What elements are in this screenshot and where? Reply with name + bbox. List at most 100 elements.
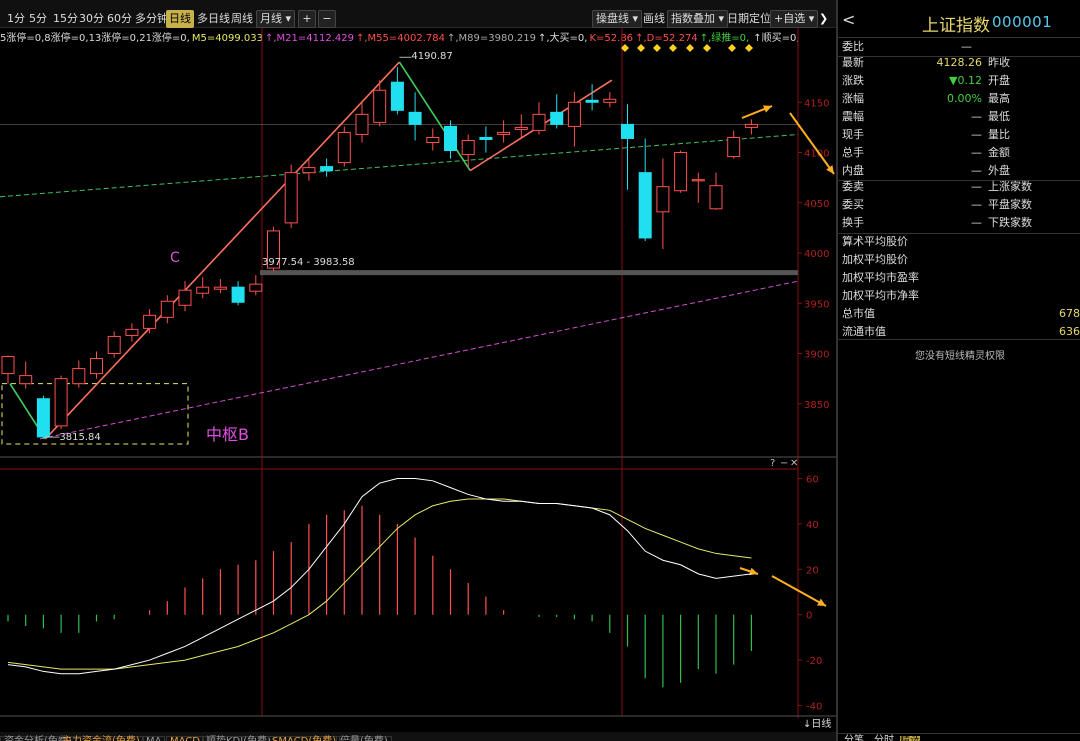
zoom-in-button[interactable]: + bbox=[298, 10, 316, 28]
draw-line-button[interactable]: 画线 bbox=[640, 9, 668, 29]
date-locate-button[interactable]: 日期定位 bbox=[724, 9, 774, 29]
period-tab-1[interactable]: 5分 bbox=[26, 9, 50, 29]
candle-body bbox=[727, 136, 741, 158]
candle-body bbox=[497, 131, 511, 135]
quote-label: 昨收 bbox=[988, 56, 1010, 69]
candle-body bbox=[249, 283, 263, 292]
quote-row: 总手 — 金额 bbox=[838, 144, 1080, 162]
indicator-tab-6[interactable]: 倍量(免费) bbox=[336, 736, 392, 741]
candle-body bbox=[461, 139, 475, 156]
candle-body bbox=[479, 136, 493, 140]
stat-label: 加权平均股价 bbox=[842, 253, 908, 266]
quote-label: 最高 bbox=[988, 92, 1010, 105]
candle-body bbox=[1, 356, 15, 375]
collapse-panel-icon[interactable]: ❯ bbox=[816, 9, 831, 29]
candle-body bbox=[514, 126, 528, 130]
quote-label: 金额 bbox=[988, 146, 1010, 159]
candle-body bbox=[656, 186, 670, 213]
quote-value: — bbox=[971, 128, 982, 141]
candle-body bbox=[143, 314, 157, 329]
price-tick-label: 3850 bbox=[804, 400, 829, 411]
quote-tab-0[interactable]: 分笔 bbox=[844, 736, 864, 741]
candle-body bbox=[638, 172, 652, 239]
center-label: 中枢B bbox=[206, 425, 249, 444]
quote-label: 量比 bbox=[988, 128, 1010, 141]
annotation-arrow-head bbox=[826, 165, 834, 174]
index-overlay-button[interactable]: 指数叠加 ▾ bbox=[667, 10, 729, 28]
operate-line-button[interactable]: 操盘线 ▾ bbox=[592, 10, 643, 28]
period-tab-8[interactable]: 周线 bbox=[228, 9, 256, 29]
stat-value: 678 bbox=[1059, 307, 1080, 320]
candle-body bbox=[691, 179, 705, 182]
quote-label: 上涨家数 bbox=[988, 180, 1032, 193]
back-icon[interactable]: < bbox=[842, 10, 855, 29]
candle-body bbox=[72, 368, 86, 385]
quote-label: 震幅 bbox=[842, 110, 864, 123]
candle-body bbox=[160, 300, 174, 318]
quote-value: — bbox=[971, 110, 982, 123]
quote-label: 平盘家数 bbox=[988, 198, 1032, 211]
price-tick-label: 3950 bbox=[804, 299, 829, 310]
quote-tab-2[interactable]: 精选 bbox=[900, 736, 920, 741]
quote-label: 委买 bbox=[842, 198, 864, 211]
indicator-tab-4[interactable]: 顺势KDJ(免费) bbox=[202, 736, 276, 741]
period-tab-9[interactable]: 月线 ▾ bbox=[256, 10, 296, 28]
candle-body bbox=[426, 136, 440, 143]
price-tick-label: 3900 bbox=[804, 350, 829, 361]
quote-value: — bbox=[971, 216, 982, 229]
quote-panel: < 上证指数 000001 委比 — 最新 4128.26 昨收 涨跌 ▼0.12 开盘涨… bbox=[836, 0, 1080, 741]
quote-tab-1[interactable]: 分时 bbox=[874, 736, 894, 741]
quote-label: 总手 bbox=[842, 146, 864, 159]
high-label: 4190.87 bbox=[411, 51, 452, 62]
price-tick-label: 4000 bbox=[804, 249, 829, 260]
indicator-tab-1[interactable]: 主力资金流(免费) bbox=[58, 736, 144, 741]
candle-body bbox=[36, 398, 50, 438]
period-tab-0[interactable]: 1分 bbox=[4, 9, 28, 29]
candle-body bbox=[567, 101, 581, 127]
candle-body bbox=[709, 185, 723, 210]
candle-body bbox=[337, 131, 351, 164]
chart-toolbar: 1分 5分 15分 30分 60分 多分钟 日线 多日线 周线 月线 ▾ + − 操盘线 ▾ 画线… bbox=[0, 0, 836, 28]
macd-tick-label: -40 bbox=[806, 701, 822, 712]
help-icon: ? bbox=[770, 458, 775, 469]
signal-marker bbox=[637, 44, 645, 52]
quote-row: 现手 — 量比 bbox=[838, 126, 1080, 144]
macd-tick-label: 40 bbox=[806, 520, 819, 531]
quote-row: 委卖 — 上涨家数 bbox=[838, 178, 1080, 196]
indicator-tab-3[interactable]: MACD bbox=[166, 736, 204, 741]
period-tab-3[interactable]: 30分 bbox=[76, 9, 107, 29]
range-label: 3977.54 - 3983.58 bbox=[262, 257, 355, 268]
period-tab-4[interactable]: 60分 bbox=[104, 9, 135, 29]
kline-chart[interactable]: 38503900395040004050410041504190.873815.… bbox=[0, 28, 836, 718]
indicator-tab-5[interactable]: SMACD(免费) bbox=[268, 736, 341, 741]
candle-body bbox=[213, 286, 227, 290]
stat-label: 加权平均市净率 bbox=[842, 289, 919, 302]
index-name: 上证指数 bbox=[922, 16, 990, 36]
period-tab-6[interactable]: 日线 bbox=[166, 10, 194, 28]
quote-label: 换手 bbox=[842, 216, 864, 229]
zoom-out-button[interactable]: − bbox=[318, 10, 336, 28]
signal-marker bbox=[669, 44, 677, 52]
minimize-icon: − bbox=[780, 458, 788, 469]
candle-body bbox=[408, 111, 422, 125]
watchlist-button[interactable]: +自选 ▾ bbox=[770, 10, 819, 28]
quote-label: 最新 bbox=[842, 56, 864, 69]
macd-tick-label: 60 bbox=[806, 475, 819, 486]
range-bar bbox=[260, 270, 798, 276]
candle-body bbox=[373, 89, 387, 123]
candle-body bbox=[284, 172, 298, 224]
candle-body bbox=[54, 378, 68, 427]
stat-label: 总市值 bbox=[842, 307, 875, 320]
candle-body bbox=[178, 289, 192, 306]
quote-label: 委卖 bbox=[842, 180, 864, 193]
macd-tick-label: 0 bbox=[806, 611, 812, 622]
stat-label: 加权平均市盈率 bbox=[842, 271, 919, 284]
indicator-tab-2[interactable]: MA bbox=[142, 736, 166, 741]
macd-tick-label: 20 bbox=[806, 565, 819, 576]
candle-body bbox=[196, 286, 210, 294]
candle-body bbox=[107, 335, 121, 355]
axis-toggle[interactable]: ↓日线 bbox=[800, 720, 834, 734]
candle-body bbox=[532, 113, 546, 131]
divider bbox=[838, 339, 1080, 340]
candle-body bbox=[355, 113, 369, 135]
